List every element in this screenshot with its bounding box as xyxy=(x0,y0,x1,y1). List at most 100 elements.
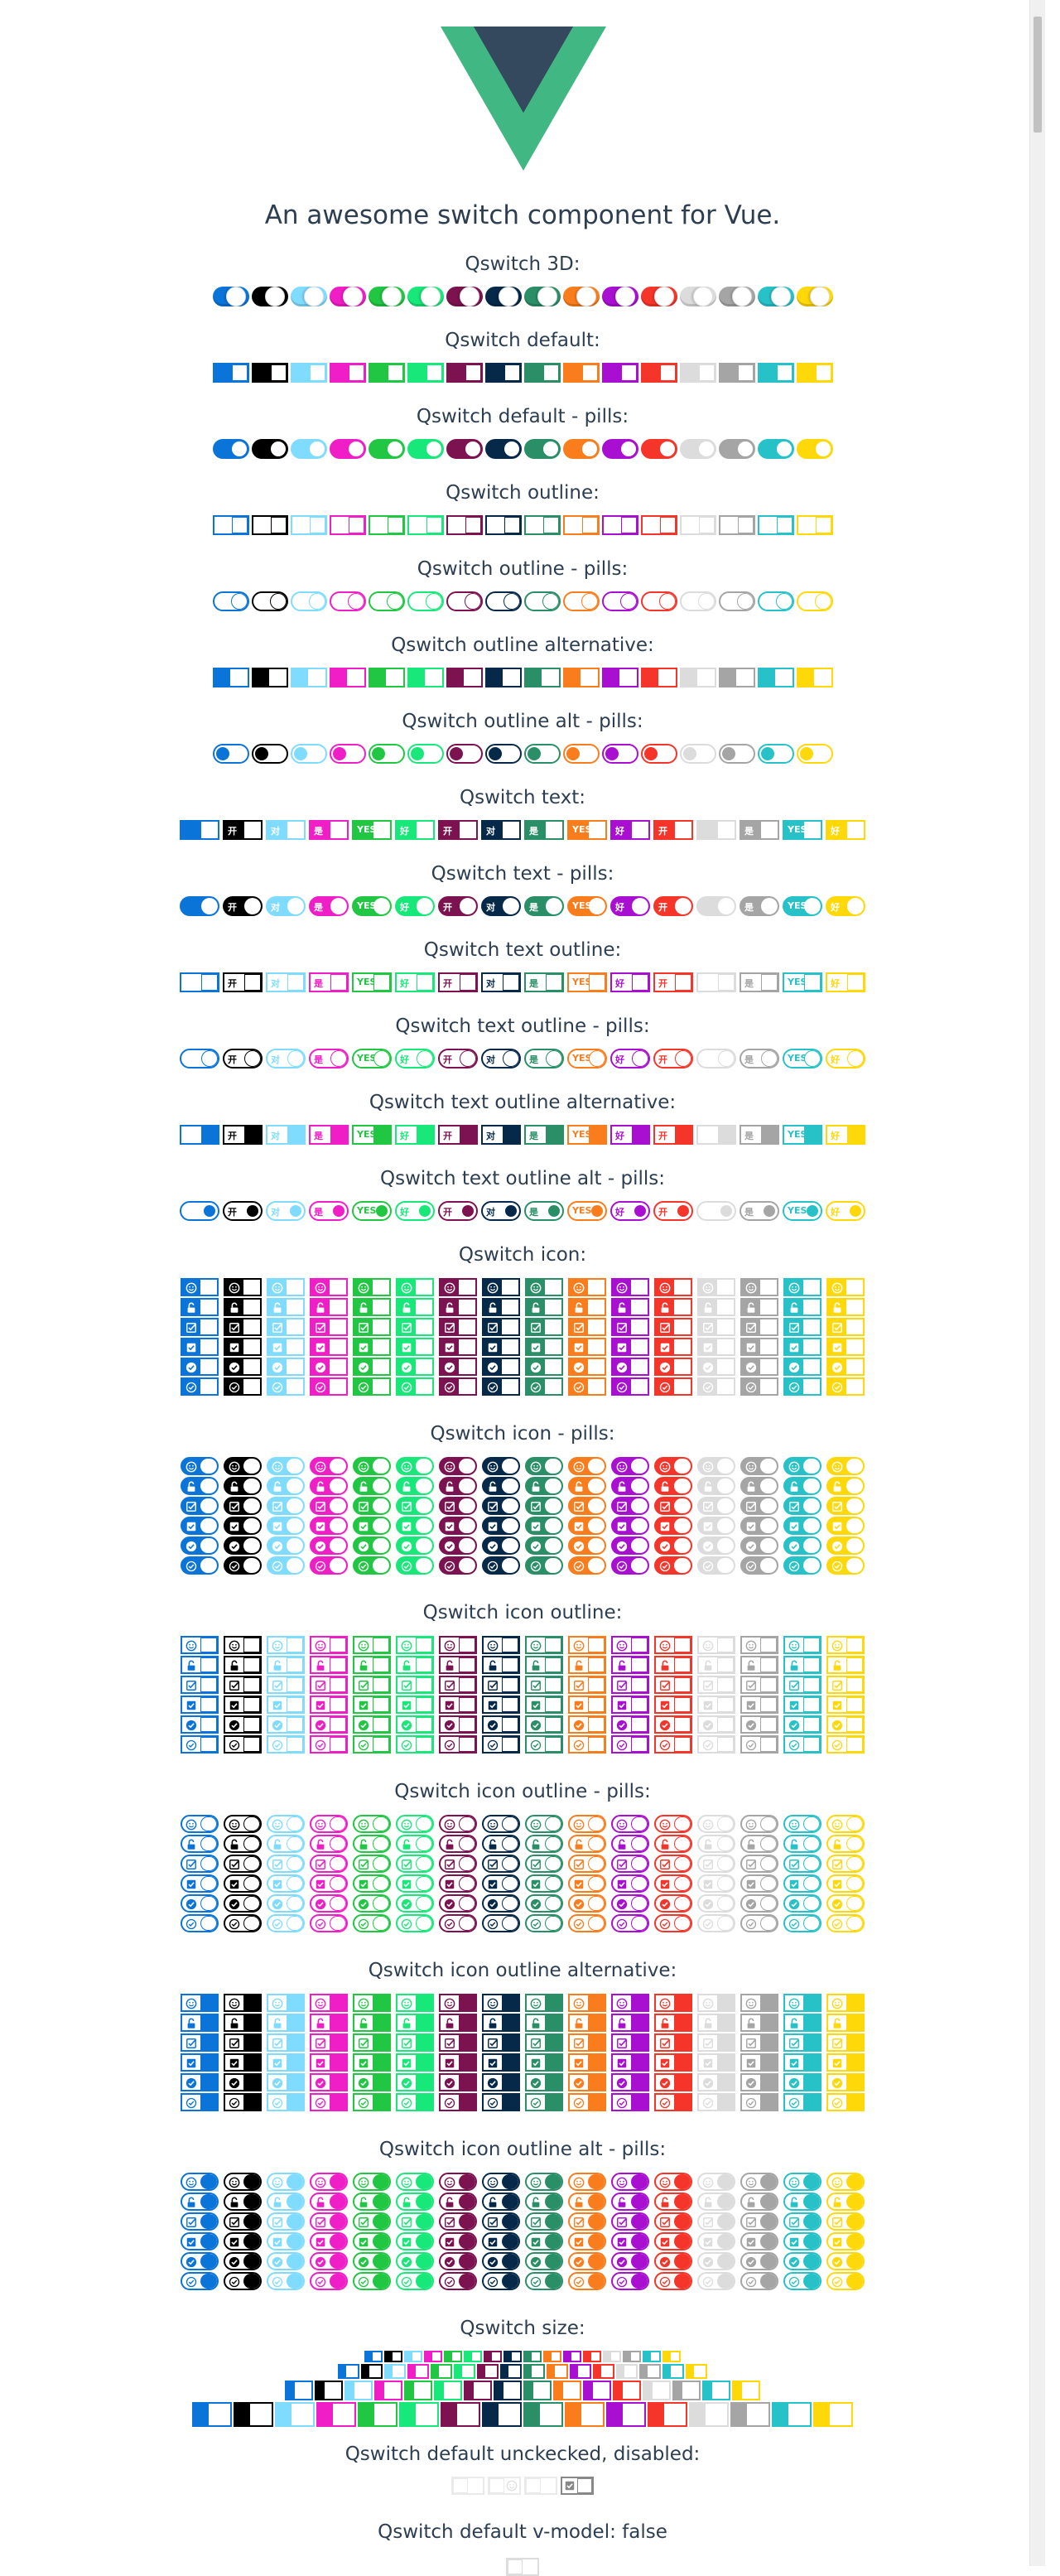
switch-icon-outline-alt[interactable] xyxy=(654,2073,692,2091)
switch-icon-pill[interactable] xyxy=(267,1517,305,1535)
switch-text-outline-pill[interactable]: 对 xyxy=(266,1049,306,1069)
switch-icon-outline-alt-pill[interactable] xyxy=(224,2192,262,2211)
switch-icon-pill[interactable] xyxy=(310,1497,348,1515)
switch-text-outline-pill[interactable]: 是 xyxy=(524,1049,564,1069)
switch-icon-outline-alt-pill[interactable] xyxy=(181,2232,219,2250)
switch-size-1[interactable] xyxy=(454,2364,475,2379)
switch-size-1[interactable] xyxy=(616,2364,638,2379)
switch-icon-outline-pill[interactable] xyxy=(224,1914,262,1932)
switch-text-outline-alt[interactable]: 开 xyxy=(438,1125,478,1145)
switch-icon-outline[interactable] xyxy=(740,1735,778,1754)
switch-icon-outline[interactable] xyxy=(267,1676,305,1694)
switch-icon-outline-alt[interactable] xyxy=(568,2093,606,2111)
switch-icon-outline-pill[interactable] xyxy=(611,1874,649,1893)
switch-icon-outline-pill[interactable] xyxy=(783,1894,822,1913)
switch-icon-outline-alt-pill[interactable] xyxy=(783,2212,822,2231)
switch-icon[interactable] xyxy=(181,1358,219,1376)
switch-outline[interactable] xyxy=(718,515,755,535)
switch-icon-outline[interactable] xyxy=(611,1676,649,1694)
switch-size-3[interactable] xyxy=(399,2402,439,2427)
switch-icon-outline-alt-pill[interactable] xyxy=(439,2252,477,2270)
switch-icon-pill[interactable] xyxy=(267,1477,305,1495)
switch-text-outline-alt[interactable]: YES xyxy=(783,1125,822,1145)
switch-icon-outline-alt[interactable] xyxy=(697,2073,735,2091)
switch-default[interactable] xyxy=(212,363,249,383)
switch-outline[interactable] xyxy=(368,515,405,535)
switch-size-0[interactable] xyxy=(523,2351,542,2362)
switch-text-pill[interactable]: YES xyxy=(567,896,607,916)
switch-icon-pill[interactable] xyxy=(482,1497,520,1515)
switch-icon-outline-alt-pill[interactable] xyxy=(826,2192,865,2211)
switch-icon[interactable] xyxy=(568,1358,606,1376)
switch-size-2[interactable] xyxy=(315,2381,343,2400)
switch-icon-outline[interactable] xyxy=(740,1656,778,1674)
switch-icon-pill[interactable] xyxy=(310,1536,348,1555)
switch-outline-alt[interactable] xyxy=(212,668,249,687)
switch-3d[interactable] xyxy=(562,287,600,306)
switch-icon-pill[interactable] xyxy=(611,1477,649,1495)
switch-icon[interactable] xyxy=(396,1358,434,1376)
switch-icon-outline-alt[interactable] xyxy=(740,1994,778,2012)
switch-icon-outline-alt[interactable] xyxy=(482,2053,520,2072)
switch-size-1[interactable] xyxy=(384,2364,406,2379)
switch-icon-outline[interactable] xyxy=(267,1636,305,1654)
switch-text-pill[interactable]: 好 xyxy=(826,896,865,916)
switch-default-pill[interactable] xyxy=(679,439,716,459)
switch-icon[interactable] xyxy=(611,1338,649,1356)
switch-icon-pill[interactable] xyxy=(568,1556,606,1575)
switch-outline-alt[interactable] xyxy=(484,668,522,687)
switch-icon-outline-pill[interactable] xyxy=(697,1815,735,1833)
switch-icon-outline[interactable] xyxy=(525,1715,563,1734)
switch-icon[interactable] xyxy=(310,1358,348,1376)
switch-icon-outline-alt-pill[interactable] xyxy=(568,2212,606,2231)
switch-icon-outline-alt-pill[interactable] xyxy=(611,2252,649,2270)
switch-icon-outline-alt-pill[interactable] xyxy=(181,2272,219,2290)
switch-icon-pill[interactable] xyxy=(783,1457,822,1475)
switch-outline-alt-pill[interactable] xyxy=(796,744,833,764)
switch-text-outline[interactable]: 好 xyxy=(395,972,435,992)
switch-icon-pill[interactable] xyxy=(826,1556,865,1575)
switch-icon-outline[interactable] xyxy=(568,1696,606,1714)
switch-icon[interactable] xyxy=(697,1377,735,1396)
switch-icon-outline-alt[interactable] xyxy=(396,2033,434,2052)
switch-size-1[interactable] xyxy=(338,2364,359,2379)
switch-icon-outline-pill[interactable] xyxy=(396,1914,434,1932)
switch-icon-outline[interactable] xyxy=(654,1715,692,1734)
switch-text[interactable]: 是 xyxy=(524,820,564,840)
switch-text-outline-alt-pill[interactable]: YES xyxy=(783,1201,822,1221)
switch-icon-outline[interactable] xyxy=(783,1735,822,1754)
switch-icon-outline-alt-pill[interactable] xyxy=(439,2232,477,2250)
switch-icon-outline[interactable] xyxy=(353,1636,391,1654)
switch-outline[interactable] xyxy=(251,515,288,535)
switch-text-outline-alt[interactable]: 开 xyxy=(223,1125,263,1145)
switch-outline-pill[interactable] xyxy=(601,591,638,611)
switch-icon-pill[interactable] xyxy=(697,1556,735,1575)
switch-icon-outline-alt[interactable] xyxy=(525,2033,563,2052)
switch-outline-pill[interactable] xyxy=(251,591,288,611)
switch-icon-outline-alt[interactable] xyxy=(611,2014,649,2032)
switch-icon-pill[interactable] xyxy=(826,1477,865,1495)
switch-icon[interactable] xyxy=(310,1338,348,1356)
switch-icon-outline-alt-pill[interactable] xyxy=(396,2252,434,2270)
switch-3d[interactable] xyxy=(212,287,249,306)
switch-outline-pill[interactable] xyxy=(446,591,483,611)
switch-icon-outline-pill[interactable] xyxy=(783,1855,822,1873)
switch-icon-outline[interactable] xyxy=(783,1715,822,1734)
switch-text-outline[interactable]: 开 xyxy=(438,972,478,992)
switch-icon[interactable] xyxy=(396,1278,434,1296)
switch-icon-pill[interactable] xyxy=(353,1536,391,1555)
switch-icon-outline-alt-pill[interactable] xyxy=(310,2173,348,2191)
switch-icon[interactable] xyxy=(482,1377,520,1396)
switch-icon-outline-pill[interactable] xyxy=(611,1855,649,1873)
switch-icon-pill[interactable] xyxy=(611,1536,649,1555)
switch-outline-alt-pill[interactable] xyxy=(679,744,716,764)
switch-icon-outline-pill[interactable] xyxy=(353,1855,391,1873)
switch-icon-outline[interactable] xyxy=(783,1656,822,1674)
switch-icon[interactable] xyxy=(267,1278,305,1296)
switch-icon-outline-pill[interactable] xyxy=(439,1894,477,1913)
switch-3d[interactable] xyxy=(757,287,794,306)
switch-outline-pill[interactable] xyxy=(562,591,600,611)
switch-icon-outline-alt[interactable] xyxy=(525,1994,563,2012)
switch-icon-outline[interactable] xyxy=(310,1735,348,1754)
switch-size-3[interactable] xyxy=(316,2402,356,2427)
